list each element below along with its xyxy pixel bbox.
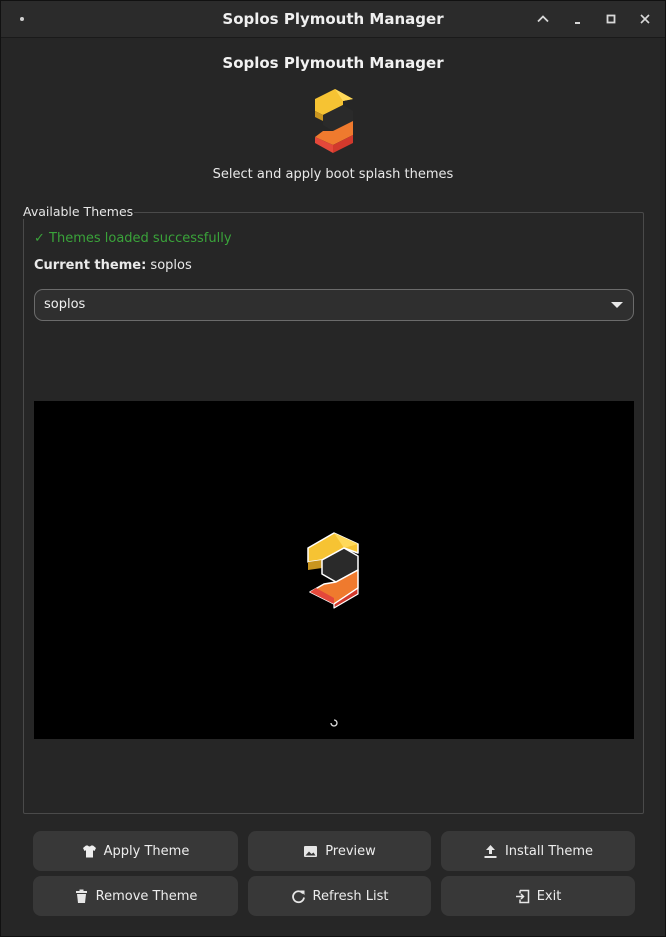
refresh-list-label: Refresh List [312, 888, 389, 904]
shirt-icon [82, 844, 97, 859]
app-window: Soplos Plymouth Manager Soplos Plymouth … [0, 0, 666, 937]
theme-select[interactable]: soplos [34, 289, 634, 321]
install-theme-button[interactable]: Install Theme [441, 831, 635, 871]
current-theme: Current theme: soplos [34, 258, 192, 273]
chevron-down-icon [611, 302, 623, 308]
spinner-icon [330, 719, 338, 727]
chevron-up-icon [537, 15, 549, 23]
title-bar: Soplos Plymouth Manager [1, 1, 665, 38]
exit-label: Exit [536, 888, 562, 904]
refresh-list-button[interactable]: Refresh List [248, 876, 431, 916]
refresh-icon [291, 889, 306, 904]
theme-select-value: soplos [44, 297, 86, 312]
upload-icon [483, 844, 498, 859]
maximize-button[interactable] [601, 9, 621, 29]
preview-button[interactable]: Preview [248, 831, 431, 871]
theme-preview [34, 401, 634, 739]
remove-theme-button[interactable]: Remove Theme [33, 876, 238, 916]
maximize-icon [606, 14, 616, 24]
remove-theme-label: Remove Theme [95, 888, 198, 904]
minimize-button[interactable] [567, 9, 587, 29]
preview-label: Preview [325, 843, 376, 859]
close-button[interactable] [635, 9, 655, 29]
collapse-button[interactable] [533, 9, 553, 29]
exit-button[interactable]: Exit [441, 876, 635, 916]
app-heading: Soplos Plymouth Manager [222, 54, 444, 72]
app-subtitle: Select and apply boot splash themes [212, 167, 454, 182]
minimize-icon [575, 22, 580, 24]
status-message: ✓ Themes loaded successfully [34, 231, 232, 246]
close-icon [640, 14, 650, 24]
current-theme-value: soplos [150, 258, 192, 273]
image-icon [303, 844, 318, 859]
themes-frame-label: Available Themes [22, 204, 135, 219]
trash-icon [74, 889, 89, 904]
soplos-logo-icon [315, 89, 353, 153]
soplos-logo-icon [307, 532, 359, 609]
current-theme-label: Current theme: [34, 258, 147, 273]
exit-icon [515, 889, 530, 904]
install-theme-label: Install Theme [504, 843, 594, 859]
window-title: Soplos Plymouth Manager [222, 10, 444, 28]
apply-theme-button[interactable]: Apply Theme [33, 831, 238, 871]
apply-theme-label: Apply Theme [103, 843, 190, 859]
